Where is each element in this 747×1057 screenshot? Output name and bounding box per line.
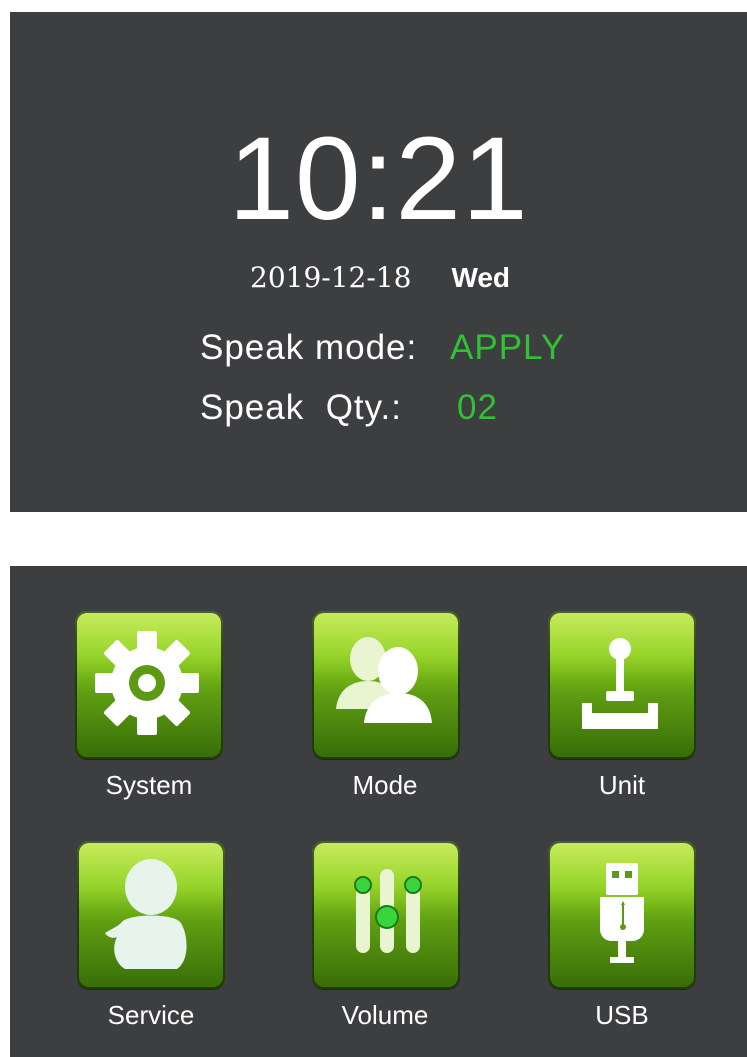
speak-mode-row: Speak mode: APPLY [200,328,564,368]
usb-button[interactable] [548,841,696,989]
service-label: Service [107,1000,195,1030]
system-label: System [105,770,193,800]
weekday-text: Wed [451,262,511,293]
speak-mode-label: Speak mode: [200,328,418,367]
equalizer-icon [354,869,422,953]
mode-label: Mode [352,770,418,800]
status-screen: 10:21 2019-12-18 Wed Speak mode: APPLY Sp… [10,12,747,512]
unit-label: Unit [598,770,646,800]
system-button[interactable] [75,611,223,759]
clock-time: 10:21 [228,113,529,245]
speak-qty-label: Speak Qty.: [200,388,402,427]
service-button[interactable] [77,841,225,989]
users-icon [336,637,432,723]
main-menu-screen: System Mode Unit Service Volume USB [10,566,747,1057]
date-row: 2019-12-18 Wed [250,260,510,296]
service-person-icon [105,859,187,969]
speak-qty-value: 02 [457,388,498,427]
speak-mode-value: APPLY [450,328,566,367]
joystick-icon [582,638,658,729]
volume-label: Volume [341,1000,429,1030]
volume-button[interactable] [312,841,460,989]
usb-icon [600,863,644,963]
mode-button[interactable] [312,611,460,759]
gear-icon [95,631,199,735]
unit-button[interactable] [548,611,696,759]
usb-label: USB [595,1000,649,1030]
date-text: 2019-12-18 [250,261,412,294]
speak-qty-row: Speak Qty.: 02 [200,388,497,428]
